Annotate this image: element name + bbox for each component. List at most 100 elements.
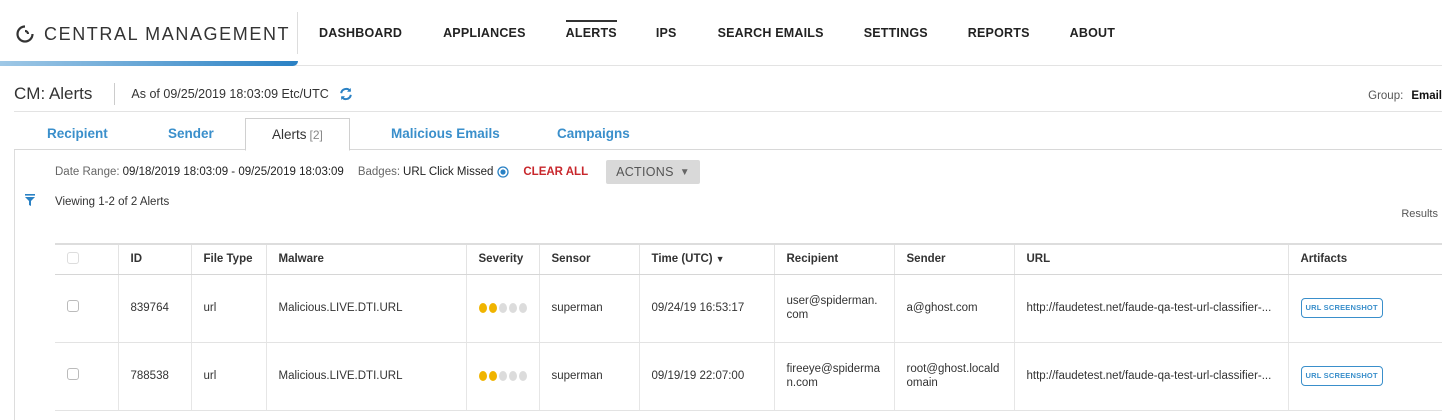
- group-label: Group:: [1368, 90, 1404, 102]
- severity-dot: [518, 303, 527, 313]
- nav-dashboard[interactable]: DASHBOARD: [319, 0, 402, 66]
- select-all-cell: [55, 243, 119, 275]
- refresh-icon[interactable]: [339, 87, 353, 101]
- brand-name: CENTRAL MANAGEMENT: [44, 23, 291, 44]
- severity-dot: [508, 371, 517, 381]
- tab-sender[interactable]: Sender: [168, 118, 214, 150]
- nav-settings[interactable]: SETTINGS: [864, 0, 928, 66]
- main-nav: DASHBOARD APPLIANCES ALERTS IPS SEARCH E…: [298, 0, 1115, 66]
- severity-dot: [498, 303, 507, 313]
- severity-dot: [478, 303, 487, 313]
- sensor-name: superman: [539, 274, 640, 343]
- severity-dot: [498, 371, 507, 381]
- alert-time: 09/19/19 22:07:00: [639, 342, 775, 411]
- artifacts-cell: URL SCREENSHOT: [1288, 274, 1442, 343]
- clear-all-button[interactable]: CLEAR ALL: [523, 166, 588, 178]
- tab-recipient[interactable]: Recipient: [47, 118, 108, 150]
- column-header-time[interactable]: Time (UTC) ▼: [639, 243, 775, 275]
- as-of-timestamp: As of 09/25/2019 18:03:09 Etc/UTC: [131, 87, 329, 101]
- column-header-file-type[interactable]: File Type: [191, 243, 267, 275]
- results-label: Results: [1401, 208, 1438, 220]
- filter-bar: Date Range: 09/18/2019 18:03:09 - 09/25/…: [55, 160, 700, 184]
- severity-dot: [488, 371, 497, 381]
- severity-cell: [466, 342, 540, 411]
- top-navbar: CENTRAL MANAGEMENT DASHBOARD APPLIANCES …: [0, 0, 1442, 66]
- nav-search-emails[interactable]: SEARCH EMAILS: [718, 0, 824, 66]
- severity-rating: [478, 303, 527, 313]
- tab-malicious-emails[interactable]: Malicious Emails: [391, 118, 500, 150]
- nav-alerts[interactable]: ALERTS: [565, 0, 618, 66]
- header-divider: [114, 83, 116, 105]
- tab-alerts-count: [2]: [309, 128, 323, 142]
- url-value[interactable]: http://faudetest.net/faude-qa-test-url-c…: [1014, 274, 1289, 343]
- nav-about[interactable]: ABOUT: [1070, 0, 1115, 66]
- remove-badge-filter-icon[interactable]: [497, 166, 510, 178]
- page-title: CM: Alerts: [14, 84, 93, 103]
- alert-id[interactable]: 788538: [118, 342, 192, 411]
- nav-appliances[interactable]: APPLIANCES: [443, 0, 526, 66]
- column-header-url[interactable]: URL: [1014, 243, 1289, 275]
- actions-label: ACTIONS: [616, 165, 674, 179]
- select-all-checkbox[interactable]: [67, 251, 79, 264]
- logo-icon: [16, 25, 34, 43]
- file-type: url: [191, 342, 267, 411]
- tab-recipient-label: Recipient: [47, 126, 108, 141]
- severity-dot: [508, 303, 517, 313]
- url-value[interactable]: http://faudetest.net/faude-qa-test-url-c…: [1014, 342, 1289, 411]
- alert-id[interactable]: 839764: [118, 274, 192, 343]
- nav-reports[interactable]: REPORTS: [968, 0, 1030, 66]
- artifacts-cell: URL SCREENSHOT: [1288, 342, 1442, 411]
- column-header-sender[interactable]: Sender: [894, 243, 1015, 275]
- column-header-artifacts[interactable]: Artifacts: [1288, 243, 1442, 275]
- alert-tabs: Recipient Sender Alerts [2] Malicious Ema…: [14, 118, 1442, 151]
- row-checkbox[interactable]: [67, 300, 79, 312]
- filter-icon[interactable]: [25, 194, 35, 206]
- tab-campaigns[interactable]: Campaigns: [557, 118, 630, 150]
- date-range-value[interactable]: 09/18/2019 18:03:09 - 09/25/2019 18:03:0…: [123, 166, 344, 178]
- row-checkbox[interactable]: [67, 368, 79, 380]
- column-header-malware[interactable]: Malware: [266, 243, 467, 275]
- column-header-sensor[interactable]: Sensor: [539, 243, 640, 275]
- tab-malicious-emails-label: Malicious Emails: [391, 126, 500, 141]
- chevron-down-icon: ▼: [679, 166, 690, 178]
- table-row[interactable]: 839764 url Malicious.LIVE.DTI.URL superm…: [55, 274, 1442, 343]
- severity-dot: [478, 371, 487, 381]
- sort-desc-icon: ▼: [715, 254, 725, 265]
- alerts-panel: Date Range: 09/18/2019 18:03:09 - 09/25/…: [14, 150, 1442, 420]
- tab-campaigns-label: Campaigns: [557, 126, 630, 141]
- url-screenshot-badge[interactable]: URL SCREENSHOT: [1300, 298, 1383, 318]
- column-header-recipient[interactable]: Recipient: [774, 243, 895, 275]
- page-header: CM: Alerts As of 09/25/2019 18:03:09 Etc…: [14, 82, 353, 106]
- date-range-label: Date Range:: [55, 166, 120, 178]
- severity-rating: [478, 371, 527, 381]
- badges-label: Badges:: [357, 166, 401, 178]
- row-select-cell: [55, 274, 119, 343]
- severity-dot: [518, 371, 527, 381]
- sender-email: a@ghost.com: [894, 274, 1015, 343]
- malware-name: Malicious.LIVE.DTI.URL: [266, 274, 467, 343]
- column-header-id[interactable]: ID: [118, 243, 192, 275]
- row-select-cell: [55, 342, 119, 411]
- tab-sender-label: Sender: [168, 126, 214, 141]
- column-header-time-label: Time (UTC): [651, 253, 713, 266]
- severity-dot: [488, 303, 497, 313]
- url-screenshot-badge[interactable]: URL SCREENSHOT: [1300, 366, 1383, 386]
- tab-alerts[interactable]: Alerts [2]: [245, 118, 350, 151]
- actions-dropdown[interactable]: ACTIONS ▼: [606, 160, 700, 184]
- column-header-severity[interactable]: Severity: [466, 243, 540, 275]
- file-type: url: [191, 274, 267, 343]
- brand[interactable]: CENTRAL MANAGEMENT: [16, 22, 290, 46]
- nav-ips[interactable]: IPS: [656, 0, 677, 66]
- group-value: Email: [1411, 90, 1442, 102]
- viewing-count: Viewing 1-2 of 2 Alerts: [55, 196, 170, 208]
- recipient-email: user@spiderman.com: [774, 274, 895, 343]
- severity-cell: [466, 274, 540, 343]
- group-selector[interactable]: Group: Email: [1368, 90, 1442, 102]
- alerts-table: ID File Type Malware Severity Sensor Tim…: [55, 243, 1442, 411]
- badges-value: URL Click Missed: [403, 166, 494, 178]
- table-row[interactable]: 788538 url Malicious.LIVE.DTI.URL superm…: [55, 342, 1442, 411]
- sensor-name: superman: [539, 342, 640, 411]
- recipient-email: fireeye@spiderman.com: [774, 342, 895, 411]
- table-header-row: ID File Type Malware Severity Sensor Tim…: [55, 243, 1442, 275]
- sender-email: root@ghost.localdomain: [894, 342, 1015, 411]
